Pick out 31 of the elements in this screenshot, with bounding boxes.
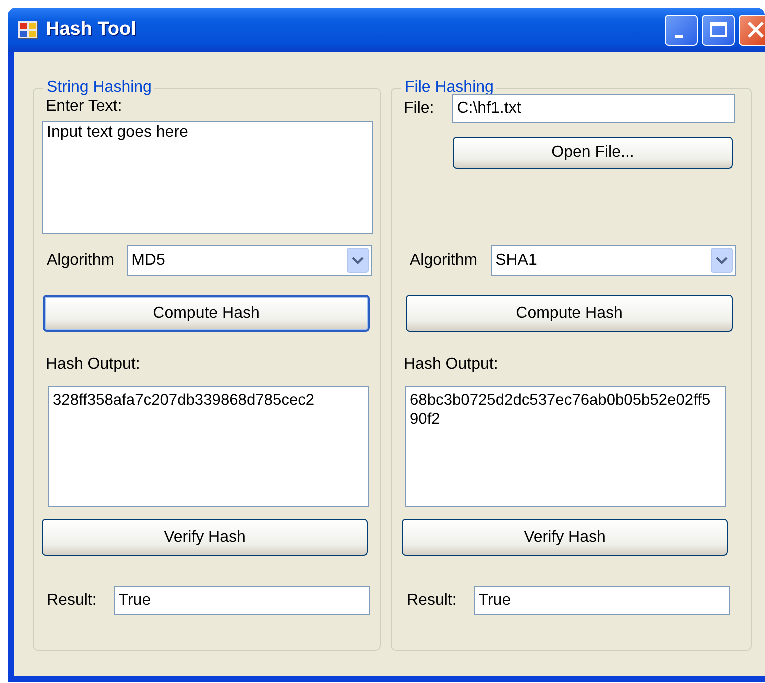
text-input-field[interactable]: Input text goes here bbox=[42, 121, 373, 234]
field-label: Enter Text: bbox=[46, 98, 122, 116]
field-label: Hash Output: bbox=[46, 356, 140, 374]
field-label: Algorithm bbox=[47, 252, 115, 270]
result-field[interactable]: True bbox=[474, 586, 730, 615]
field-label: Hash Output: bbox=[404, 356, 498, 374]
file-path-field[interactable]: C:\hf1.txt bbox=[452, 94, 736, 123]
close-button[interactable] bbox=[739, 14, 765, 46]
minimize-icon bbox=[674, 34, 682, 38]
field-label: Result: bbox=[407, 592, 457, 610]
minimize-button[interactable] bbox=[665, 14, 698, 46]
close-icon bbox=[746, 21, 764, 39]
compute-hash-button[interactable]: Compute Hash bbox=[406, 295, 733, 332]
field-label: Algorithm bbox=[410, 252, 478, 270]
algorithm-dropdown[interactable]: MD5 bbox=[126, 245, 372, 276]
group-title: File Hashing bbox=[404, 79, 495, 97]
hash-output-field[interactable]: 68bc3b0725d2dc537ec76ab0b05b52e02ff590f2 bbox=[405, 386, 726, 507]
field-label: File: bbox=[404, 100, 434, 118]
compute-hash-button[interactable]: Compute Hash bbox=[43, 295, 370, 332]
result-field[interactable]: True bbox=[114, 586, 370, 615]
verify-hash-button[interactable]: Verify Hash bbox=[402, 519, 728, 556]
algorithm-dropdown[interactable]: SHA1 bbox=[490, 245, 736, 276]
verify-hash-button[interactable]: Verify Hash bbox=[42, 519, 368, 556]
field-label: Result: bbox=[47, 592, 97, 610]
open-file-button[interactable]: Open File... bbox=[453, 137, 733, 169]
window-icon bbox=[18, 21, 38, 39]
group-title: String Hashing bbox=[46, 79, 153, 97]
maximize-button[interactable] bbox=[702, 14, 735, 46]
window-title: Hash Tool bbox=[46, 19, 136, 41]
maximize-icon bbox=[710, 22, 728, 38]
hash-output-field[interactable]: 328ff358afa7c207db339868d785cec2 bbox=[48, 386, 369, 507]
